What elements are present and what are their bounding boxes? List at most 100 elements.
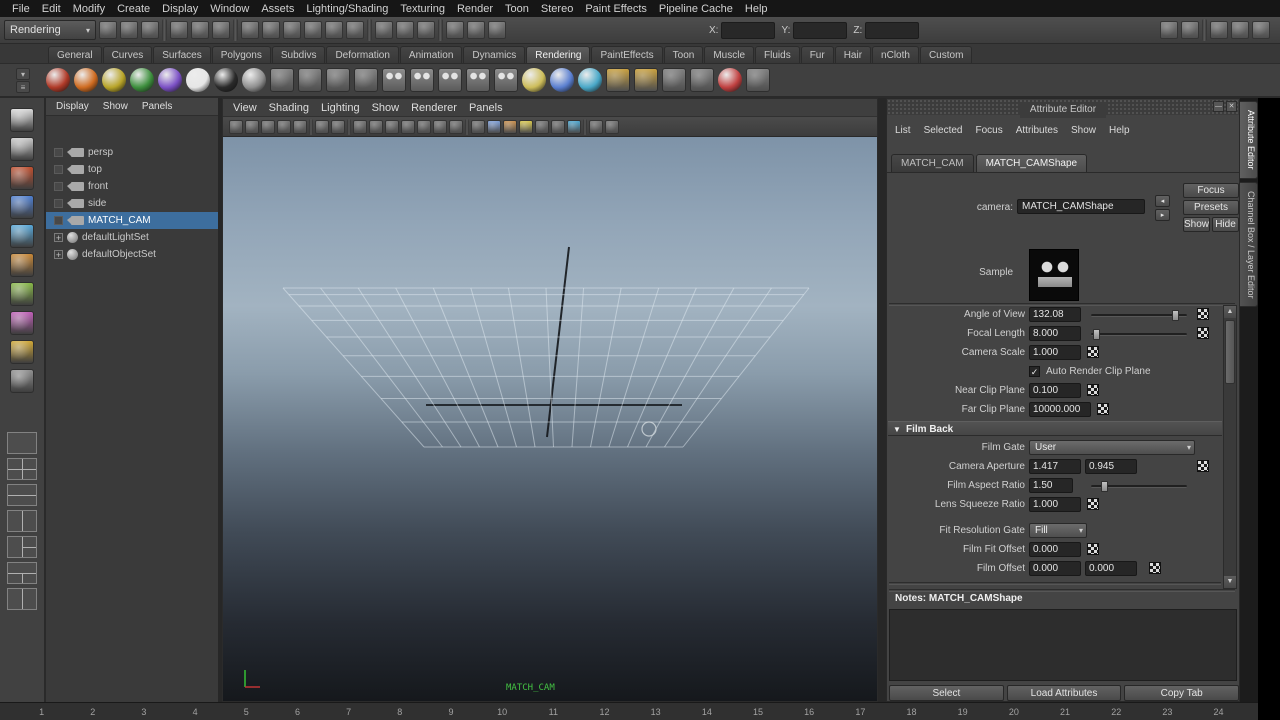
attribute-editor-menu-item[interactable]: List	[895, 125, 911, 136]
rotate-tool[interactable]	[10, 224, 34, 248]
phong-material-icon[interactable]	[130, 68, 154, 92]
render-settings-icon[interactable]	[488, 21, 506, 39]
frame-number[interactable]: 21	[1039, 707, 1090, 717]
snap-to-projected-center-icon[interactable]	[304, 21, 322, 39]
menu-item[interactable]: Render	[451, 2, 499, 16]
frame-number[interactable]: 13	[630, 707, 681, 717]
viewport-menu-item[interactable]: Panels	[463, 102, 509, 114]
snap-to-view-plane-icon[interactable]	[325, 21, 343, 39]
frame-number[interactable]: 23	[1142, 707, 1193, 717]
menu-item[interactable]: Edit	[36, 2, 67, 16]
snap-to-point-icon[interactable]	[283, 21, 301, 39]
camera-scale-field[interactable]: 1.000	[1029, 345, 1081, 360]
shelf-tab[interactable]: Fluids	[755, 46, 800, 63]
frame-number[interactable]: 7	[323, 707, 374, 717]
directional-light-icon[interactable]	[550, 68, 574, 92]
input-connections-icon[interactable]	[375, 21, 393, 39]
presets-button[interactable]: Presets	[1183, 200, 1239, 215]
film-fit-offset-field[interactable]: 0.000	[1029, 542, 1081, 557]
viewport-3d-view[interactable]: MATCH_CAM	[223, 137, 877, 701]
render-view-icon[interactable]	[494, 68, 518, 92]
lasso-select-tool[interactable]	[10, 137, 34, 161]
shelf-tab[interactable]: Dynamics	[463, 46, 526, 63]
expand-toggle-icon[interactable]	[54, 165, 63, 174]
attribute-editor-menu-item[interactable]: Help	[1109, 125, 1130, 136]
use-all-lights-icon[interactable]	[519, 119, 533, 134]
outliner-item[interactable]: defaultLightSet	[46, 229, 218, 246]
viewport-toolbar-icon[interactable]	[347, 118, 351, 135]
grid-icon[interactable]	[353, 119, 367, 134]
menu-item[interactable]: Paint Effects	[579, 2, 653, 16]
screen-space-ao-icon[interactable]	[551, 119, 565, 134]
ambient-light-icon[interactable]	[522, 68, 546, 92]
show-manipulator-tool[interactable]	[10, 340, 34, 364]
frame-number[interactable]: 19	[937, 707, 988, 717]
film-aspect-ratio-slider[interactable]	[1091, 481, 1187, 492]
menu-item[interactable]: Display	[156, 2, 204, 16]
auto-render-clip-plane-checkbox[interactable]: ✓	[1029, 366, 1040, 377]
shadows-icon[interactable]	[535, 119, 549, 134]
shelf-tab-arrow-icon[interactable]: ▾	[16, 67, 30, 80]
coord-input[interactable]	[721, 21, 776, 39]
outliner-item[interactable]: persp	[46, 144, 218, 161]
viewport-menu-item[interactable]: Shading	[263, 102, 315, 114]
time-slider[interactable]: 1 2 3 4 5 6 7 8 9 10 11 12 13 14 15 16 17 18 19 20 21 22 23 24	[0, 702, 1258, 720]
universal-manipulator-tool[interactable]	[10, 282, 34, 306]
status-icon[interactable]	[162, 19, 167, 41]
render-layers-icon[interactable]	[746, 68, 770, 92]
checker-texture-icon[interactable]	[270, 68, 294, 92]
hypershade-icon[interactable]	[466, 68, 490, 92]
attribute-editor-tab[interactable]: MATCH_CAM	[891, 154, 974, 172]
layout-three-split-top[interactable]	[7, 562, 37, 584]
rotate-manipulator[interactable]	[641, 421, 657, 437]
scroll-up-icon[interactable]: ▲	[1224, 306, 1236, 318]
area-light-icon[interactable]	[634, 68, 658, 92]
quick-selection-icon[interactable]	[1160, 21, 1178, 39]
xray-icon[interactable]	[589, 119, 603, 134]
spot-light-icon[interactable]	[606, 68, 630, 92]
layout-two-stacked[interactable]	[7, 484, 37, 506]
frame-number[interactable]: 20	[988, 707, 1039, 717]
textured-icon[interactable]	[503, 119, 517, 134]
close-icon[interactable]: ✕	[1226, 101, 1237, 112]
menu-item[interactable]: Stereo	[535, 2, 579, 16]
frame-number[interactable]: 1	[16, 707, 67, 717]
shelf-tab[interactable]: Fur	[800, 46, 834, 63]
texture-map-button[interactable]	[1087, 498, 1099, 510]
footer-button[interactable]: Load Attributes	[1006, 685, 1122, 701]
shelf-tab[interactable]: PaintEffects	[591, 46, 663, 63]
focal-length-field[interactable]: 8.000	[1029, 326, 1081, 341]
wireframe-icon[interactable]	[471, 119, 485, 134]
texture-map-button[interactable]	[1087, 346, 1099, 358]
snap-to-curve-icon[interactable]	[262, 21, 280, 39]
texture-map-button[interactable]	[1197, 308, 1209, 320]
shelf-tab[interactable]: General	[48, 46, 102, 63]
ramp-texture-icon[interactable]	[326, 68, 350, 92]
channel-box-toggle-icon[interactable]	[1210, 21, 1228, 39]
focus-button[interactable]: Focus	[1183, 183, 1239, 198]
layout-four-pane[interactable]	[7, 458, 37, 480]
motion-blur-icon[interactable]	[567, 119, 581, 134]
angle-of-view-field[interactable]: 132.08	[1029, 307, 1081, 322]
lock-camera-icon[interactable]	[245, 119, 259, 134]
shadows-shelf-icon[interactable]	[690, 68, 714, 92]
camera-attributes-icon[interactable]	[261, 119, 275, 134]
film-gate-dropdown[interactable]: User ▾	[1029, 440, 1195, 455]
scale-tool[interactable]	[10, 253, 34, 277]
menu-item[interactable]: Window	[204, 2, 255, 16]
attribute-editor-menu-item[interactable]: Focus	[975, 125, 1002, 136]
focal-length-slider[interactable]	[1091, 329, 1187, 340]
file-texture-icon[interactable]	[298, 68, 322, 92]
open-scene-icon[interactable]	[120, 21, 138, 39]
viewport-toolbar-icon[interactable]	[465, 118, 469, 135]
ipr-render-icon[interactable]	[467, 21, 485, 39]
render-current-frame-icon[interactable]	[446, 21, 464, 39]
texture-map-button[interactable]	[1197, 327, 1209, 339]
render-scene-icon[interactable]	[382, 68, 406, 92]
camera-aperture-y-field[interactable]: 0.945	[1085, 459, 1137, 474]
frame-number[interactable]: 14	[681, 707, 732, 717]
shelf-tab[interactable]: Subdivs	[271, 46, 326, 63]
outliner-item[interactable]: defaultObjectSet	[46, 246, 218, 263]
layout-single-pane[interactable]	[7, 432, 37, 454]
status-icon[interactable]	[438, 19, 443, 41]
